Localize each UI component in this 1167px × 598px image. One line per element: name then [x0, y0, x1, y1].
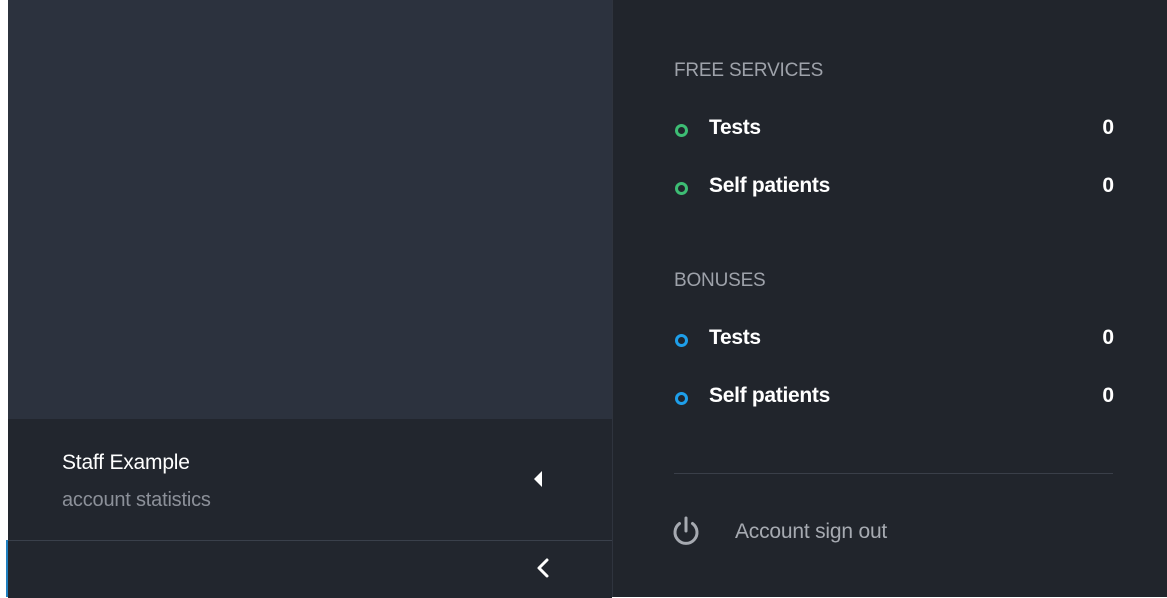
- bonus-self-patients-row: Self patients 0: [674, 384, 1114, 414]
- sign-out-label: Account sign out: [735, 520, 888, 543]
- stat-value: 0: [1102, 384, 1114, 407]
- sidebar-empty-area: [8, 0, 612, 419]
- free-tests-row: Tests 0: [674, 116, 1114, 146]
- profile-toggle[interactable]: [8, 419, 612, 540]
- stat-value: 0: [1102, 174, 1114, 197]
- caret-left-icon[interactable]: [534, 471, 542, 487]
- profile-name: Staff Example: [62, 451, 190, 474]
- collapse-sidebar-button[interactable]: [8, 540, 612, 598]
- bonus-tests-row: Tests 0: [674, 326, 1114, 356]
- account-stats-panel: FREE SERVICES Tests 0 Self patients 0 BO…: [612, 0, 1167, 597]
- account-sign-out-button[interactable]: Account sign out: [669, 512, 959, 552]
- stat-value: 0: [1102, 326, 1114, 349]
- free-self-patients-row: Self patients 0: [674, 174, 1114, 204]
- profile-subtitle: account statistics: [62, 489, 211, 511]
- chevron-left-icon: [537, 558, 549, 578]
- blue-ring-icon: [675, 334, 688, 347]
- divider: [674, 473, 1113, 474]
- app-frame: Staff Example account statistics FREE SE…: [0, 0, 1167, 598]
- stat-label: Self patients: [709, 174, 830, 197]
- stat-label: Self patients: [709, 384, 830, 407]
- green-ring-icon: [675, 182, 688, 195]
- free-services-title: FREE SERVICES: [674, 60, 824, 81]
- window-edge: [0, 0, 8, 597]
- stat-value: 0: [1102, 116, 1114, 139]
- bonuses-title: BONUSES: [674, 270, 766, 291]
- stat-label: Tests: [709, 116, 761, 139]
- blue-ring-icon: [675, 392, 688, 405]
- power-icon: [673, 516, 699, 545]
- stat-label: Tests: [709, 326, 761, 349]
- green-ring-icon: [675, 124, 688, 137]
